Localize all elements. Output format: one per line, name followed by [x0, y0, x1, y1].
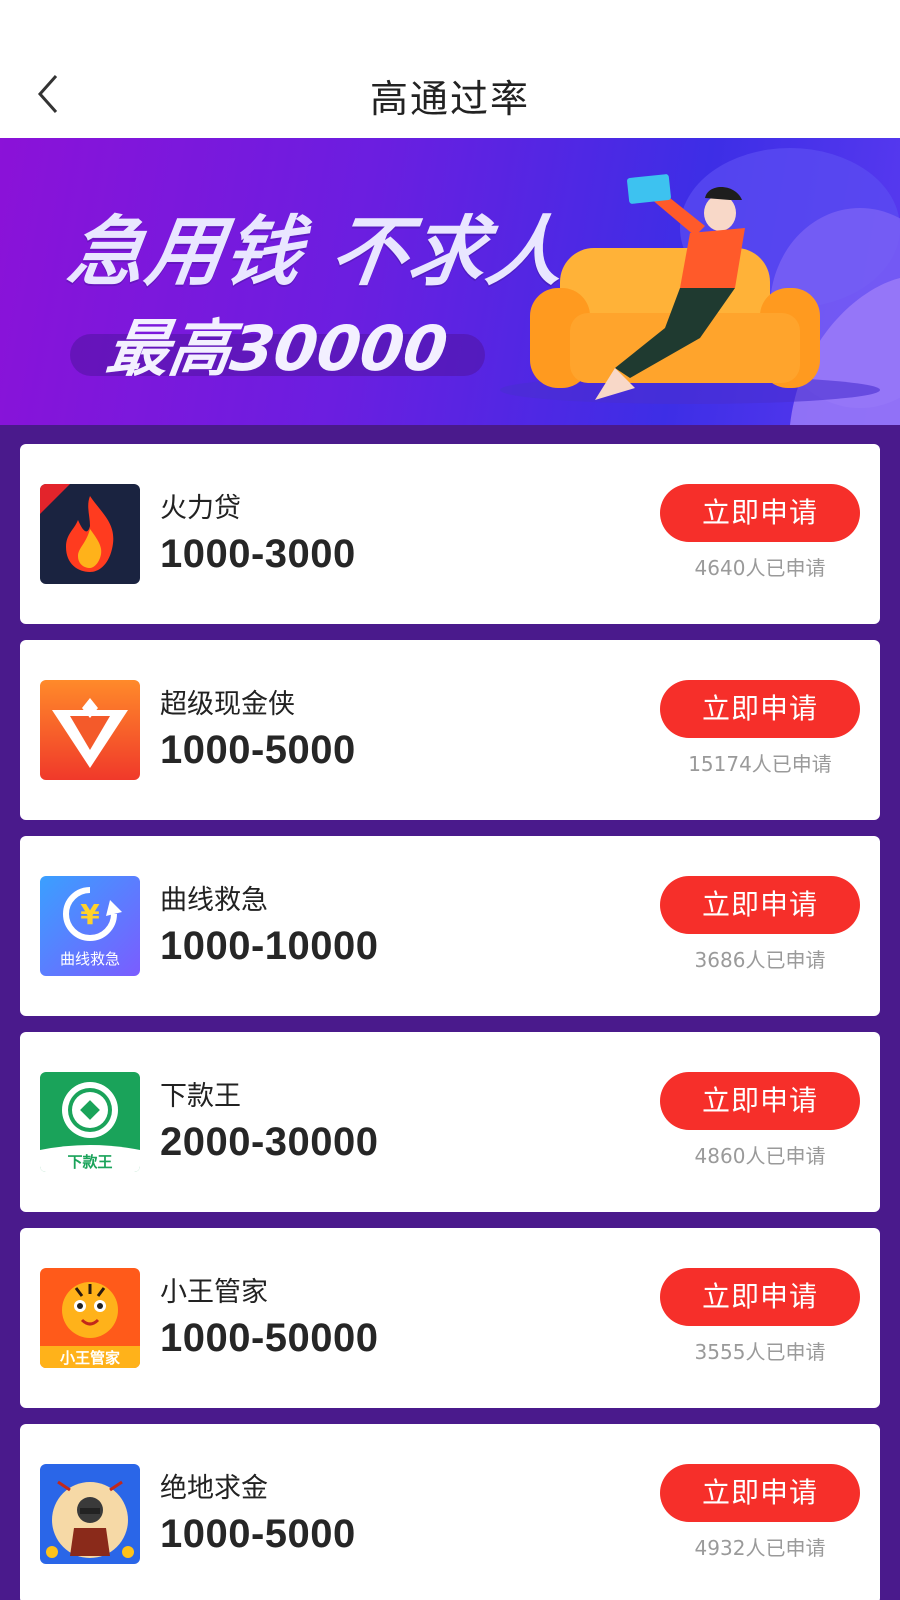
- promo-banner[interactable]: 急用钱 不求人 最高30000: [0, 138, 900, 425]
- yuan-cycle-icon: ¥ 曲线救急: [40, 876, 140, 976]
- apply-button[interactable]: 立即申请: [660, 680, 860, 738]
- loan-range: 2000-30000: [160, 1120, 379, 1164]
- applicant-count: 4640人已申请: [694, 556, 826, 580]
- product-name: 小王管家: [160, 1277, 268, 1308]
- product-name: 下款王: [160, 1081, 241, 1112]
- banner-subline: 最高30000: [102, 312, 453, 385]
- product-name: 绝地求金: [160, 1473, 268, 1504]
- loan-range: 1000-3000: [160, 532, 356, 576]
- loan-range: 1000-5000: [160, 728, 356, 772]
- apply-button[interactable]: 立即申请: [660, 1268, 860, 1326]
- top-bar: 高通过率: [0, 0, 900, 138]
- shield-v-icon: [40, 680, 140, 780]
- apply-button[interactable]: 立即申请: [660, 1072, 860, 1130]
- product-name: 火力贷: [160, 493, 241, 524]
- loan-range: 1000-5000: [160, 1512, 356, 1556]
- product-card[interactable]: 超级现金侠 1000-5000 立即申请 15174人已申请: [20, 640, 880, 820]
- product-card[interactable]: 下款王 下款王 2000-30000 立即申请 4860人已申请: [20, 1032, 880, 1212]
- applicant-count: 15174人已申请: [688, 752, 832, 776]
- coin-icon: 下款王: [40, 1072, 140, 1172]
- product-name: 超级现金侠: [160, 689, 295, 720]
- page-title: 高通过率: [369, 77, 530, 121]
- applicant-count: 4932人已申请: [694, 1536, 826, 1560]
- apply-button[interactable]: 立即申请: [660, 484, 860, 542]
- product-card[interactable]: 小王管家 小王管家 1000-50000 立即申请 3555人已申请: [20, 1228, 880, 1408]
- product-name: 曲线救急: [160, 885, 268, 916]
- applicant-count: 4860人已申请: [694, 1144, 826, 1168]
- flame-icon: [40, 484, 140, 584]
- banner-headline: 急用钱 不求人: [62, 207, 572, 296]
- applicant-count: 3555人已申请: [694, 1340, 826, 1364]
- svg-text:曲线救急: 曲线救急: [60, 950, 120, 968]
- applicant-count: 3686人已申请: [694, 948, 826, 972]
- svg-text:小王管家: 小王管家: [60, 1349, 120, 1367]
- loan-range: 1000-10000: [160, 924, 379, 968]
- apply-button[interactable]: 立即申请: [660, 876, 860, 934]
- loan-range: 1000-50000: [160, 1316, 379, 1360]
- product-card[interactable]: 火力贷 1000-3000 立即申请 4640人已申请: [20, 444, 880, 624]
- product-card[interactable]: ¥ 曲线救急 曲线救急 1000-10000 立即申请 3686人已申请: [20, 836, 880, 1016]
- tiger-icon: 小王管家: [40, 1268, 140, 1368]
- product-card[interactable]: 绝地求金 1000-5000 立即申请 4932人已申请: [20, 1424, 880, 1600]
- svg-text:¥: ¥: [80, 898, 100, 931]
- svg-text:下款王: 下款王: [67, 1153, 112, 1171]
- soldier-icon: [40, 1464, 140, 1564]
- apply-button[interactable]: 立即申请: [660, 1464, 860, 1522]
- product-list: 火力贷 1000-3000 立即申请 4640人已申请 超级现金侠 1000-5…: [20, 444, 880, 1600]
